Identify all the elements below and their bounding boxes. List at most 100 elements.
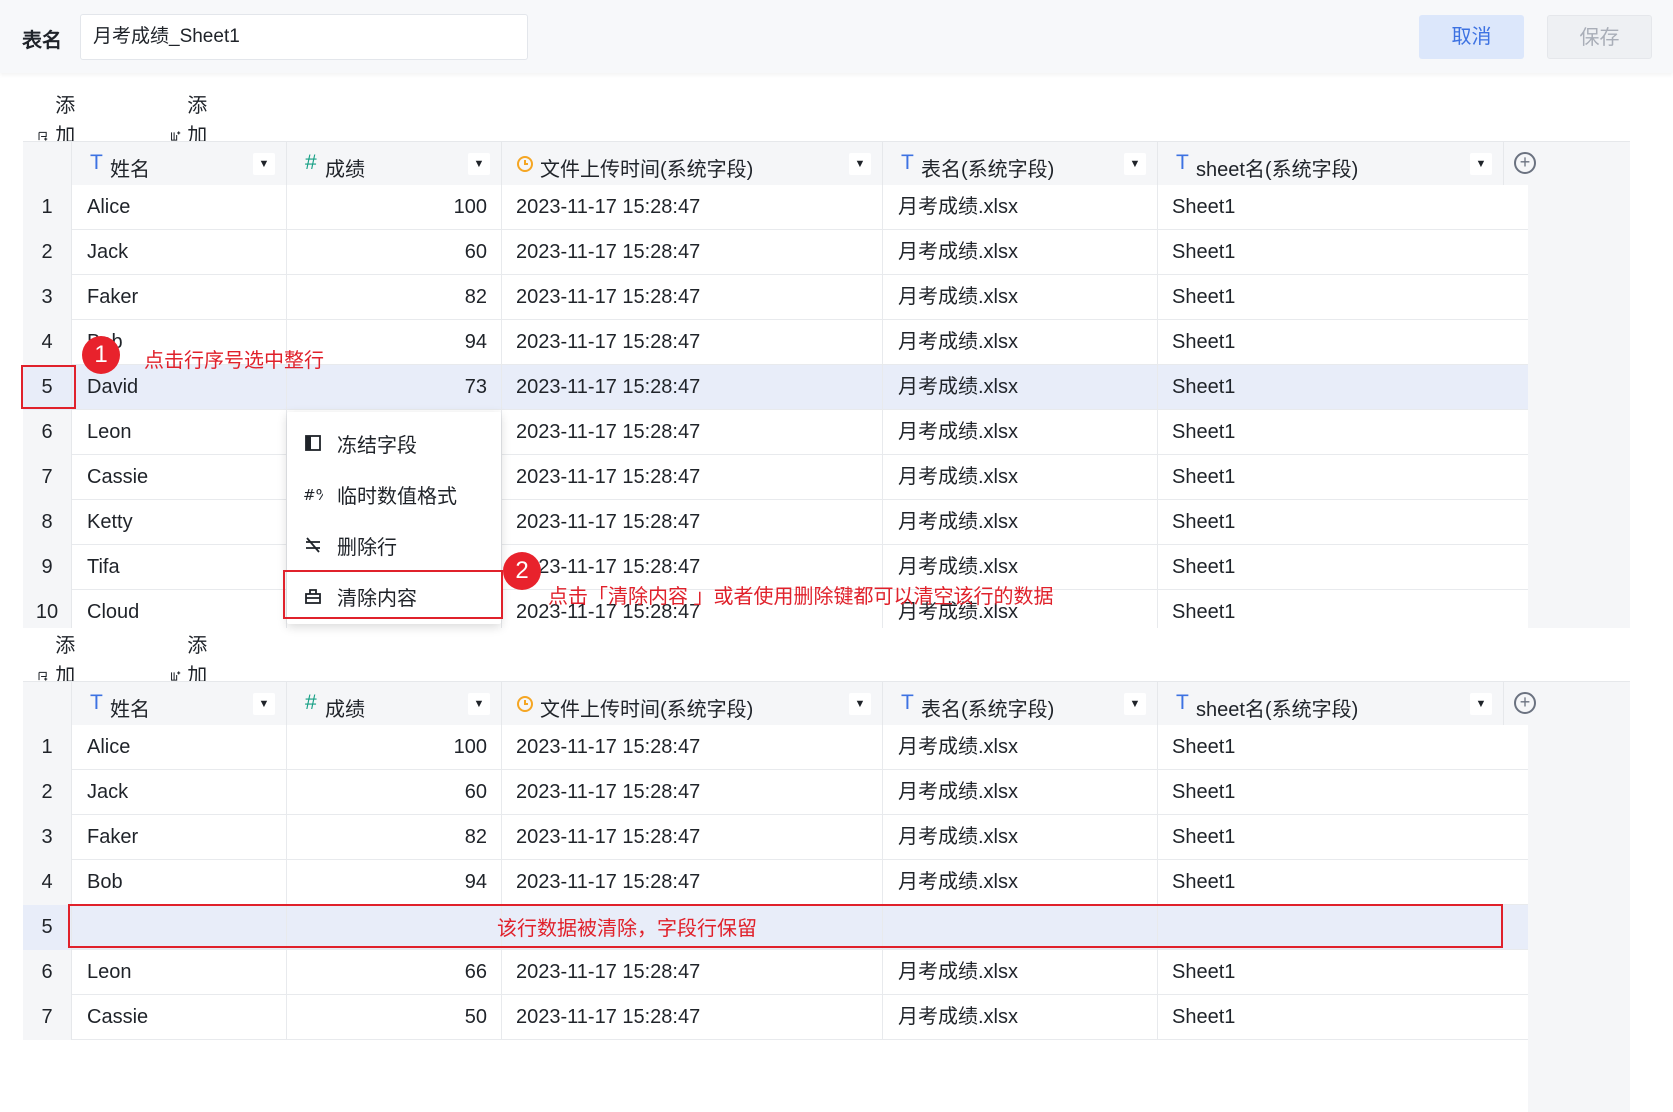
cell-name[interactable]: Leon xyxy=(72,950,287,995)
column-header-name[interactable]: T 姓名 ▼ xyxy=(72,682,287,726)
cell-table-name[interactable]: 月考成绩.xlsx xyxy=(883,950,1158,995)
cell-upload-time[interactable]: 2023-11-17 15:28:47 xyxy=(502,185,883,230)
cell-score[interactable]: 100 xyxy=(287,185,502,230)
chevron-down-icon[interactable]: ▼ xyxy=(1470,693,1492,715)
cell-table-name[interactable]: 月考成绩.xlsx xyxy=(883,455,1158,500)
cell-name[interactable]: Leon xyxy=(72,410,287,455)
cell-score[interactable]: 82 xyxy=(287,815,502,860)
cell-score[interactable]: 100 xyxy=(287,725,502,770)
cell-score[interactable]: 66 xyxy=(287,950,502,995)
cell-sheet-name[interactable]: Sheet1 xyxy=(1158,995,1528,1040)
row-index[interactable]: 4 xyxy=(23,320,72,365)
row-index[interactable]: 7 xyxy=(23,455,72,500)
cell-table-name[interactable]: 月考成绩.xlsx xyxy=(883,275,1158,320)
cell-table-name[interactable]: 月考成绩.xlsx xyxy=(883,815,1158,860)
row-index[interactable]: 5 xyxy=(23,905,72,950)
table-row[interactable]: 1 Alice 100 2023-11-17 15:28:47 月考成绩.xlsx She… xyxy=(23,725,1528,770)
chevron-down-icon[interactable]: ▼ xyxy=(253,153,275,175)
cell-upload-time[interactable]: 2023-11-17 15:28:47 xyxy=(502,950,883,995)
cell-name[interactable]: Cassie xyxy=(72,455,287,500)
cell-name[interactable]: Cassie xyxy=(72,995,287,1040)
cell-name[interactable]: Cloud xyxy=(72,590,287,628)
cell-sheet-name[interactable]: Sheet1 xyxy=(1158,275,1528,320)
cell-upload-time[interactable]: 2023-11-17 15:28:47 xyxy=(502,500,883,545)
row-index[interactable]: 7 xyxy=(23,995,72,1040)
cell-score[interactable]: 82 xyxy=(287,275,502,320)
cell-score[interactable]: 50 xyxy=(287,995,502,1040)
chevron-down-icon[interactable]: ▼ xyxy=(1470,153,1492,175)
cell-table-name[interactable]: 月考成绩.xlsx xyxy=(883,320,1158,365)
row-index[interactable]: 1 xyxy=(23,725,72,770)
cell-sheet-name[interactable]: Sheet1 xyxy=(1158,545,1528,590)
column-header-sheet-name[interactable]: T sheet名(系统字段) ▼ xyxy=(1158,682,1504,726)
cell-upload-time[interactable]: 2023-11-17 15:28:47 xyxy=(502,860,883,905)
cell-sheet-name[interactable]: Sheet1 xyxy=(1158,590,1528,628)
chevron-down-icon[interactable]: ▼ xyxy=(1124,153,1146,175)
column-header-score[interactable]: # 成绩 ▼ xyxy=(287,142,502,186)
cell-name[interactable]: Jack xyxy=(72,770,287,815)
save-button[interactable]: 保存 xyxy=(1547,15,1652,59)
row-index[interactable]: 9 xyxy=(23,545,72,590)
chevron-down-icon[interactable]: ▼ xyxy=(253,693,275,715)
add-column-plus-icon[interactable]: + xyxy=(1514,152,1536,174)
cell-name[interactable]: Tifa xyxy=(72,545,287,590)
cell-upload-time[interactable]: 2023-11-17 15:28:47 xyxy=(502,365,883,410)
table-row[interactable]: 8 Ketty 2023-11-17 15:28:47 月考成绩.xlsx Sheet1 xyxy=(23,500,1528,545)
table-name-input[interactable]: 月考成绩_Sheet1 xyxy=(80,14,528,60)
cell-name[interactable]: Ketty xyxy=(72,500,287,545)
cell-sheet-name[interactable]: Sheet1 xyxy=(1158,455,1528,500)
cell-score[interactable]: 60 xyxy=(287,770,502,815)
cell-upload-time[interactable]: 2023-11-17 15:28:47 xyxy=(502,410,883,455)
row-index[interactable]: 6 xyxy=(23,950,72,995)
cell-name[interactable]: Bob xyxy=(72,860,287,905)
column-header-sheet-name[interactable]: T sheet名(系统字段) ▼ xyxy=(1158,142,1504,186)
cancel-button[interactable]: 取消 xyxy=(1419,15,1524,59)
cell-sheet-name[interactable]: Sheet1 xyxy=(1158,500,1528,545)
table-row[interactable]: 1 Alice 100 2023-11-17 15:28:47 月考成绩.xlsx She… xyxy=(23,185,1528,230)
column-header-upload-time[interactable]: 文件上传时间(系统字段) ▼ xyxy=(502,682,883,726)
chevron-down-icon[interactable]: ▼ xyxy=(468,693,490,715)
cell-sheet-name[interactable]: Sheet1 xyxy=(1158,725,1528,770)
row-index[interactable]: 1 xyxy=(23,185,72,230)
cell-sheet-name[interactable]: Sheet1 xyxy=(1158,950,1528,995)
cell-upload-time[interactable]: 2023-11-17 15:28:47 xyxy=(502,770,883,815)
menu-item-freeze-field[interactable]: 冻结字段 xyxy=(287,418,501,468)
cell-upload-time[interactable]: 2023-11-17 15:28:47 xyxy=(502,455,883,500)
chevron-down-icon[interactable]: ▼ xyxy=(849,693,871,715)
row-index[interactable]: 6 xyxy=(23,410,72,455)
chevron-down-icon[interactable]: ▼ xyxy=(468,153,490,175)
cell-name[interactable]: Faker xyxy=(72,815,287,860)
cell-upload-time[interactable]: 2023-11-17 15:28:47 xyxy=(502,725,883,770)
cell-name[interactable]: Alice xyxy=(72,725,287,770)
cell-sheet-name[interactable]: Sheet1 xyxy=(1158,860,1528,905)
cell-name[interactable]: Alice xyxy=(72,185,287,230)
table-row[interactable]: 3 Faker 82 2023-11-17 15:28:47 月考成绩.xlsx Shee… xyxy=(23,815,1528,860)
cell-sheet-name[interactable]: Sheet1 xyxy=(1158,230,1528,275)
cell-upload-time[interactable]: 2023-11-17 15:28:47 xyxy=(502,320,883,365)
chevron-down-icon[interactable]: ▼ xyxy=(1124,693,1146,715)
cell-score[interactable]: 94 xyxy=(287,860,502,905)
cell-sheet-name[interactable]: Sheet1 xyxy=(1158,815,1528,860)
cell-sheet-name[interactable]: Sheet1 xyxy=(1158,410,1528,455)
cell-sheet-name[interactable]: Sheet1 xyxy=(1158,320,1528,365)
table-row[interactable]: 6 Leon 66 2023-11-17 15:28:47 月考成绩.xlsx Sheet… xyxy=(23,950,1528,995)
column-header-score[interactable]: # 成绩 ▼ xyxy=(287,682,502,726)
cell-table-name[interactable]: 月考成绩.xlsx xyxy=(883,995,1158,1040)
cell-sheet-name[interactable]: Sheet1 xyxy=(1158,365,1528,410)
cell-table-name[interactable]: 月考成绩.xlsx xyxy=(883,860,1158,905)
table-row[interactable]: 4Bob942023-11-17 15:28:47月考成绩.xlsxSheet1 xyxy=(23,860,1528,905)
cell-table-name[interactable]: 月考成绩.xlsx xyxy=(883,365,1158,410)
add-column-plus-icon[interactable]: + xyxy=(1514,692,1536,714)
menu-item-delete-row[interactable]: 删除行 xyxy=(287,520,501,570)
cell-sheet-name[interactable]: Sheet1 xyxy=(1158,185,1528,230)
cell-table-name[interactable]: 月考成绩.xlsx xyxy=(883,500,1158,545)
cell-table-name[interactable]: 月考成绩.xlsx xyxy=(883,185,1158,230)
table-row[interactable]: 2 Jack 60 2023-11-17 15:28:47 月考成绩.xlsx Sheet… xyxy=(23,230,1528,275)
table-row[interactable]: 7 Cassie 50 2023-11-17 15:28:47 月考成绩.xlsx She… xyxy=(23,995,1528,1040)
menu-item-number-format[interactable]: #% 临时数值格式 xyxy=(287,469,501,519)
cell-upload-time[interactable]: 2023-11-17 15:28:47 xyxy=(502,275,883,320)
table-row[interactable]: 6 Leon 2023-11-17 15:28:47 月考成绩.xlsx Sheet1 xyxy=(23,410,1528,455)
row-index[interactable]: 3 xyxy=(23,815,72,860)
cell-sheet-name[interactable]: Sheet1 xyxy=(1158,770,1528,815)
row-index[interactable]: 10 xyxy=(23,590,72,628)
